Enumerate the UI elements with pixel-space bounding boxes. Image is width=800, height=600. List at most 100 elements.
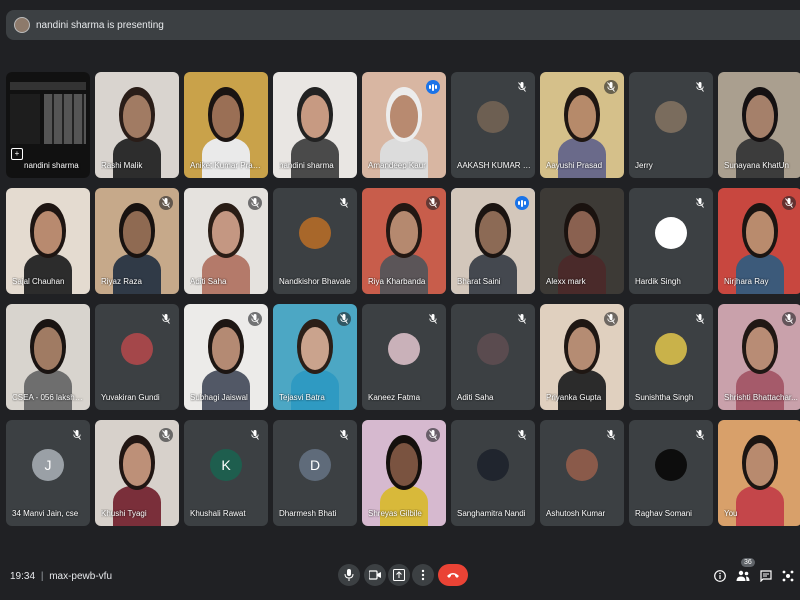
participant-name: nandini sharma — [24, 161, 79, 170]
present-screen-icon — [393, 569, 405, 581]
participant-tile-aakash-kumar-sin[interactable]: AAKASH KUMAR SIN... — [451, 72, 535, 178]
participant-name: Dharmesh Bhati — [279, 509, 337, 518]
participant-tile-aditi-saha[interactable]: Aditi Saha — [184, 188, 268, 294]
letter-avatar: D — [299, 448, 331, 481]
people-button[interactable] — [735, 568, 751, 584]
profile-picture-avatar — [566, 448, 598, 481]
participant-tile-alexx-mark[interactable]: Alexx mark — [540, 188, 624, 294]
present-screen-button[interactable] — [388, 564, 410, 586]
participant-tile-raghav-somani[interactable]: Raghav Somani — [629, 420, 713, 526]
participant-tile-hardik-singh[interactable]: Hardik Singh — [629, 188, 713, 294]
participant-name: Jerry — [635, 161, 653, 170]
participant-name: Raghav Somani — [635, 509, 692, 518]
participant-tile-riya-kharbanda[interactable]: Riya Kharbanda — [362, 188, 446, 294]
mic-off-icon — [604, 80, 618, 94]
participant-tile-nandini-sharma[interactable]: + nandini sharma — [6, 72, 90, 178]
profile-picture-avatar — [655, 332, 687, 365]
mic-off-icon — [515, 312, 529, 326]
mic-off-icon — [693, 80, 707, 94]
participant-name: Sunayana KhatUn — [724, 161, 789, 170]
participant-tile-subhagi-jaiswal[interactable]: Subhagi Jaiswal — [184, 304, 268, 410]
participant-name: Hardik Singh — [635, 277, 681, 286]
more-options-button[interactable] — [412, 564, 434, 586]
participant-tile-nandkishor-bhavale[interactable]: Nandkishor Bhavale — [273, 188, 357, 294]
presenter-avatar — [14, 17, 30, 33]
participant-tile-rashi-malik[interactable]: Rashi Malik — [95, 72, 179, 178]
participant-tile-34-manvi-jain-cse[interactable]: J 34 Manvi Jain, cse — [6, 420, 90, 526]
participant-tile-riyaz-raza[interactable]: Riyaz Raza — [95, 188, 179, 294]
participant-count-badge: 36 — [741, 558, 755, 567]
hang-up-icon — [447, 573, 459, 578]
profile-picture-avatar — [655, 100, 687, 133]
participant-name: Nandkishor Bhavale — [279, 277, 351, 286]
participant-tile-shreyas-gilbile[interactable]: Shreyas Gilbile — [362, 420, 446, 526]
participant-tile-tejasvi-batra[interactable]: Tejasvi Batra — [273, 304, 357, 410]
mic-off-icon — [515, 428, 529, 442]
participant-name: Aayushi Prasad — [546, 161, 603, 170]
participant-name: Amandeep Kaur — [368, 161, 426, 170]
participant-name: Priyanka Gupta — [546, 393, 602, 402]
mic-off-icon — [248, 312, 262, 326]
mic-off-icon — [693, 312, 707, 326]
participant-tile-shrishti-bhattachar[interactable]: Shrishti Bhattachar... — [718, 304, 800, 410]
participant-tile-aditi-saha[interactable]: Aditi Saha — [451, 304, 535, 410]
participant-tile-khushali-rawat[interactable]: K Khushali Rawat — [184, 420, 268, 526]
participant-tile-yuvakiran-gundi[interactable]: Yuvakiran Gundi — [95, 304, 179, 410]
participant-tile-sunayana-khatun[interactable]: Sunayana KhatUn — [718, 72, 800, 178]
participant-name: Shrishti Bhattachar... — [724, 393, 798, 402]
presentation-banner: nandini sharma is presenting — [6, 10, 800, 40]
presenting-text: nandini sharma is presenting — [36, 19, 164, 31]
participant-name: Rashi Malik — [101, 161, 143, 170]
participant-tile-aayushi-prasad[interactable]: Aayushi Prasad — [540, 72, 624, 178]
letter-avatar: K — [210, 448, 242, 481]
participant-tile-sunishtha-singh[interactable]: Sunishtha Singh — [629, 304, 713, 410]
mic-off-icon — [248, 428, 262, 442]
camera-button[interactable] — [364, 564, 386, 586]
participant-name: Bharat Saini — [457, 277, 501, 286]
activities-icon — [782, 570, 794, 582]
participant-name: Riyaz Raza — [101, 277, 142, 286]
participant-tile-you[interactable]: You — [718, 420, 800, 526]
speaking-indicator-icon — [426, 80, 440, 94]
profile-picture-avatar — [477, 448, 509, 481]
participant-tile-aniket-kumar-prasad[interactable]: Aniket Kumar Prasad — [184, 72, 268, 178]
leave-call-button[interactable] — [438, 564, 468, 586]
meeting-details-button[interactable] — [712, 568, 728, 584]
participant-tile-sajal-chauhan[interactable]: Sajal Chauhan — [6, 188, 90, 294]
present-icon: + — [11, 148, 23, 160]
meeting-info: 19:34 | max-pewb-vfu — [10, 571, 112, 582]
mic-off-icon — [426, 196, 440, 210]
microphone-button[interactable] — [338, 564, 360, 586]
participant-tile-csea-056-lakshya[interactable]: CSEA - 056 lakshya ... — [6, 304, 90, 410]
participant-tile-amandeep-kaur[interactable]: Amandeep Kaur — [362, 72, 446, 178]
participant-name: CSEA - 056 lakshya ... — [12, 393, 86, 402]
participant-tile-nirjhara-ray[interactable]: Nirjhara Ray — [718, 188, 800, 294]
participant-name: Aditi Saha — [457, 393, 494, 402]
participant-name: You — [724, 509, 738, 518]
chat-button[interactable] — [758, 568, 774, 584]
participant-name: AAKASH KUMAR SIN... — [457, 161, 531, 170]
participant-tile-khushi-tyagi[interactable]: Khushi Tyagi — [95, 420, 179, 526]
participant-tile-dharmesh-bhati[interactable]: D Dharmesh Bhati — [273, 420, 357, 526]
participant-tile-kaneez-fatma[interactable]: Kaneez Fatma — [362, 304, 446, 410]
participant-name: nandini sharma — [279, 161, 334, 170]
participant-tile-jerry[interactable]: Jerry — [629, 72, 713, 178]
participant-name: Nirjhara Ray — [724, 277, 769, 286]
participant-name: Aniket Kumar Prasad — [190, 161, 264, 170]
participant-tile-nandini-sharma[interactable]: nandini sharma — [273, 72, 357, 178]
mic-off-icon — [159, 196, 173, 210]
speaking-indicator-icon — [515, 196, 529, 210]
mic-off-icon — [604, 312, 618, 326]
profile-picture-avatar — [477, 100, 509, 133]
participant-name: Khushali Rawat — [190, 509, 246, 518]
mic-off-icon — [159, 312, 173, 326]
participant-tile-sanghamitra-nandi[interactable]: Sanghamitra Nandi — [451, 420, 535, 526]
mic-off-icon — [782, 196, 796, 210]
profile-picture-avatar — [477, 332, 509, 365]
participant-tile-priyanka-gupta[interactable]: Priyanka Gupta — [540, 304, 624, 410]
participant-tile-ashutosh-kumar[interactable]: Ashutosh Kumar — [540, 420, 624, 526]
activities-button[interactable] — [780, 568, 796, 584]
participant-tile-bharat-saini[interactable]: Bharat Saini — [451, 188, 535, 294]
participant-name: Subhagi Jaiswal — [190, 393, 248, 402]
participant-name: Aditi Saha — [190, 277, 227, 286]
